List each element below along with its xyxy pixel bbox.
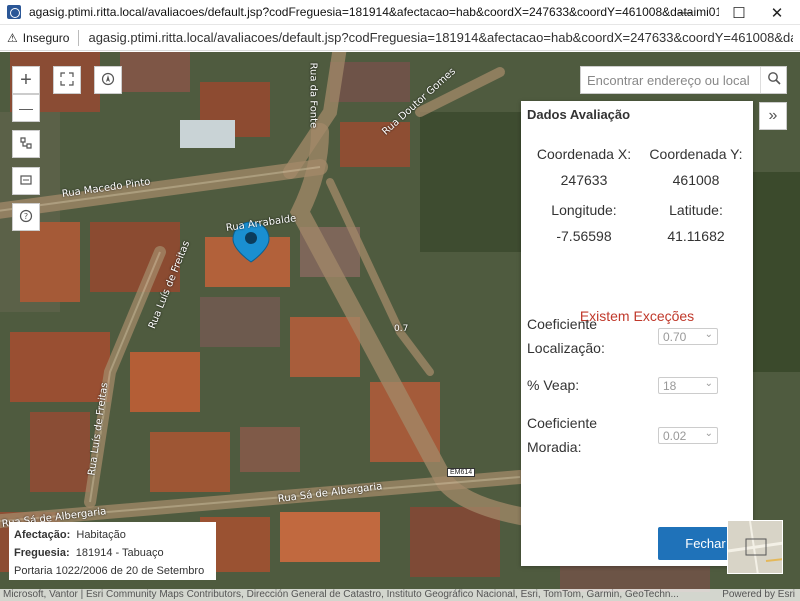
basemap-icon — [19, 173, 33, 190]
parcel-info-box: Afectação: Habitação Freguesia: 181914 -… — [9, 522, 216, 580]
map-attribution: Microsoft, Vantor | Esri Community Maps … — [0, 589, 800, 601]
overview-minimap[interactable] — [727, 520, 783, 574]
longitude-label: Longitude: — [551, 202, 617, 218]
coef-localizacao-label-line2: Localização: — [527, 340, 605, 356]
coef-moradia-label-line2: Moradia: — [527, 439, 582, 455]
locate-button[interactable] — [94, 66, 122, 94]
chevron-down-icon: ⌄ — [704, 428, 713, 439]
layers-button[interactable] — [12, 130, 40, 158]
longitude-value: -7.56598 — [556, 228, 612, 244]
window-titlebar: agasig.ptimi.ritta.local/avaliacoes/defa… — [0, 0, 800, 25]
coef-moradia-label-line1: Coeficiente — [527, 415, 598, 431]
close-window-button[interactable]: ✕ — [754, 0, 800, 25]
powered-by-esri-link[interactable]: Powered by Esri — [722, 589, 795, 601]
address-separator — [78, 29, 80, 46]
coef-localizacao-value: 0.70 — [663, 329, 687, 344]
afectacao-value: Habitação — [76, 529, 126, 541]
window-title: agasig.ptimi.ritta.local/avaliacoes/defa… — [29, 5, 719, 19]
collapse-panel-button[interactable]: » — [759, 102, 787, 130]
compass-icon — [101, 72, 115, 89]
coord-y-value: 461008 — [672, 172, 720, 188]
freguesia-row: Freguesia: 181914 - Tabuaço — [14, 544, 211, 562]
search-icon — [767, 71, 781, 90]
address-bar: ⚠ Inseguro agasig.ptimi.ritta.local/aval… — [0, 25, 800, 51]
freguesia-value: 181914 - Tabuaço — [75, 547, 164, 559]
coord-x-value: 247633 — [560, 172, 608, 188]
warning-icon: ⚠ — [7, 30, 18, 45]
fullscreen-button[interactable] — [53, 66, 81, 94]
freguesia-label: Freguesia: — [14, 547, 70, 559]
veap-value: 18 — [663, 378, 677, 393]
map-view[interactable]: Rua Macedo Pinto Rua Arrabalde Rua Luís … — [0, 52, 800, 601]
minimize-button[interactable]: — — [662, 0, 708, 25]
attribution-sources: Microsoft, Vantor | Esri Community Maps … — [3, 589, 679, 600]
portaria-text: Portaria 1022/2006 de 20 de Setembro — [14, 565, 205, 577]
road-shield: EM614 — [447, 468, 476, 477]
security-label: Inseguro — [22, 30, 70, 45]
zoom-out-button[interactable]: — — [12, 94, 40, 122]
veap-select[interactable]: 18 ⌄ — [658, 377, 718, 394]
fullscreen-icon — [60, 71, 74, 89]
search-button[interactable] — [760, 67, 786, 93]
panel-title: Dados Avaliação — [527, 107, 631, 122]
svg-text:?: ? — [24, 212, 28, 221]
layers-icon — [19, 136, 33, 153]
browser-app-icon — [7, 5, 21, 19]
help-button[interactable]: ? — [12, 203, 40, 231]
distance-label: 0.7 — [394, 324, 409, 334]
double-chevron-right-icon: » — [768, 107, 778, 124]
latitude-label: Latitude: — [669, 202, 723, 218]
coef-moradia-select[interactable]: 0.02 ⌄ — [658, 427, 718, 444]
basemap-button[interactable] — [12, 167, 40, 195]
afectacao-label: Afectação: — [14, 529, 71, 541]
address-search — [580, 66, 787, 94]
search-input[interactable] — [581, 67, 760, 93]
url-field[interactable]: agasig.ptimi.ritta.local/avaliacoes/defa… — [88, 30, 793, 45]
veap-label: % Veap: — [527, 377, 580, 393]
afectacao-row: Afectação: Habitação — [14, 526, 211, 544]
zoom-in-button[interactable]: + — [12, 66, 40, 94]
latitude-value: 41.11682 — [667, 228, 725, 244]
chevron-down-icon: ⌄ — [704, 378, 713, 389]
coef-localizacao-select[interactable]: 0.70 ⌄ — [658, 328, 718, 345]
dados-avaliacao-panel: Dados Avaliação Coordenada X: Coordenada… — [521, 101, 753, 566]
coef-localizacao-label-line1: Coeficiente — [527, 316, 598, 332]
help-icon: ? — [19, 209, 33, 226]
coord-y-label: Coordenada Y: — [649, 146, 743, 162]
coord-x-label: Coordenada X: — [536, 146, 632, 162]
security-indicator[interactable]: ⚠ Inseguro — [7, 31, 69, 45]
chevron-down-icon: ⌄ — [704, 329, 713, 340]
road-label-da-fonte: Rua da Fonte — [307, 62, 319, 129]
coef-moradia-value: 0.02 — [663, 428, 687, 443]
